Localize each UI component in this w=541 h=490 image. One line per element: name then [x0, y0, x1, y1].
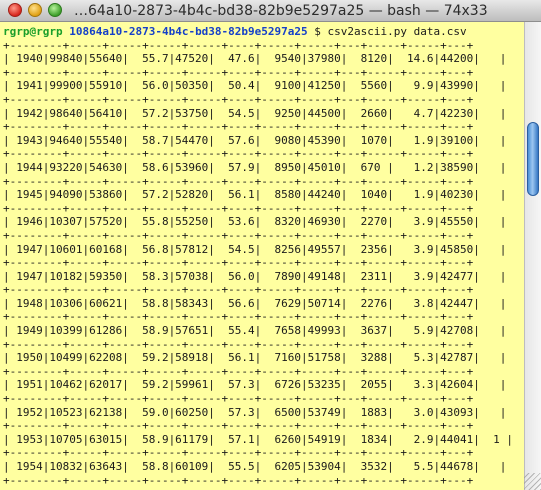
table-row: | 1947|10601|60168| 56.8|57812| 54.5| 82…	[3, 242, 507, 256]
table-row: | 1954|10832|63643| 58.8|60109| 55.5| 62…	[3, 460, 507, 473]
terminal-output[interactable]: rgrp@rgrp 10864a10-2873-4b4c-bd38-82b9e5…	[0, 22, 524, 490]
table-separator: +--------+-----+-----+-----+-----+----+-…	[3, 256, 474, 270]
table-separator: +--------+-----+-----+-----+-----+----+-…	[3, 310, 474, 324]
prompt-path: 10864a10-2873-4b4c-bd38-82b9e5297a25	[69, 25, 308, 38]
terminal-window: …64a10-2873-4b4c-bd38-82b9e5297a25 — bas…	[0, 0, 541, 490]
table-separator: +--------+-----+-----+-----+-----+----+-…	[3, 201, 474, 215]
table-separator: +--------+-----+-----+-----+-----+----+-…	[3, 337, 474, 351]
table-row: | 1950|10499|62208| 59.2|58918| 56.1| 71…	[3, 351, 507, 365]
table-row: | 1942|98640|56410| 57.2|53750| 54.5| 92…	[3, 106, 507, 120]
table-separator: +--------+-----+-----+-----+-----+----+-…	[3, 228, 474, 242]
window-title: …64a10-2873-4b4c-bd38-82b9e5297a25 — bas…	[74, 3, 488, 19]
output-lines: +--------+-----+-----+-----+-----+----+-…	[3, 39, 524, 488]
table-separator: +--------+-----+-----+-----+-----+----+-…	[3, 364, 474, 378]
prompt-command: csv2ascii.py data.csv	[327, 25, 467, 38]
table-row: | 1945|94090|53860| 57.2|52820| 56.1| 85…	[3, 188, 507, 202]
table-separator: +--------+-----+-----+-----+-----+----+-…	[3, 65, 474, 79]
table-row: | 1953|10705|63015| 58.9|61179| 57.1| 62…	[3, 432, 513, 446]
table-separator: +--------+-----+-----+-----+-----+----+-…	[3, 174, 474, 188]
table-row: | 1940|99840|55640| 55.7|47520| 47.6| 95…	[3, 52, 507, 66]
table-separator: +--------+-----+-----+-----+-----+----+-…	[3, 392, 474, 406]
table-separator: +--------+-----+-----+-----+-----+----+-…	[3, 120, 474, 134]
maximize-icon[interactable]	[48, 3, 62, 17]
table-row: | 1951|10462|62017| 59.2|59961| 57.3| 67…	[3, 378, 507, 392]
close-icon[interactable]	[8, 3, 22, 17]
table-row: | 1952|10523|62138| 59.0|60250| 57.3| 65…	[3, 405, 507, 419]
table-separator: +--------+-----+-----+-----+-----+----+-…	[3, 147, 474, 161]
table-separator: +--------+-----+-----+-----+-----+----+-…	[3, 283, 474, 297]
prompt-line: rgrp@rgrp 10864a10-2873-4b4c-bd38-82b9e5…	[3, 25, 524, 39]
table-separator: +--------+-----+-----+-----+-----+----+-…	[3, 473, 474, 487]
title-bar[interactable]: …64a10-2873-4b4c-bd38-82b9e5297a25 — bas…	[0, 0, 541, 22]
table-row: | 1944|93220|54630| 58.6|53960| 57.9| 89…	[3, 160, 507, 174]
table-row: | 1947|10182|59350| 58.3|57038| 56.0| 78…	[3, 269, 507, 283]
table-row: | 1946|10307|57520| 55.8|55250| 53.6| 83…	[3, 215, 507, 229]
table-row: | 1948|10306|60621| 58.8|58343| 56.6| 76…	[3, 296, 507, 310]
table-row: | 1949|10399|61286| 58.9|57651| 55.4| 76…	[3, 324, 507, 338]
table-separator: +--------+-----+-----+-----+-----+----+-…	[3, 446, 474, 460]
table-separator: +--------+-----+-----+-----+-----+----+-…	[3, 38, 474, 52]
vertical-scrollbar[interactable]	[524, 22, 541, 490]
table-separator: +--------+-----+-----+-----+-----+----+-…	[3, 92, 474, 106]
minimize-icon[interactable]	[28, 3, 42, 17]
prompt-symbol: $	[314, 25, 321, 38]
table-row: | 1943|94640|55540| 58.7|54470| 57.6| 90…	[3, 133, 507, 147]
resize-grip-icon[interactable]	[524, 473, 541, 490]
scrollbar-thumb[interactable]	[527, 122, 539, 196]
prompt-user: rgrp@rgrp	[3, 25, 63, 38]
table-row: | 1941|99900|55910| 56.0|50350| 50.4| 91…	[3, 79, 507, 93]
table-separator: +--------+-----+-----+-----+-----+----+-…	[3, 419, 474, 433]
